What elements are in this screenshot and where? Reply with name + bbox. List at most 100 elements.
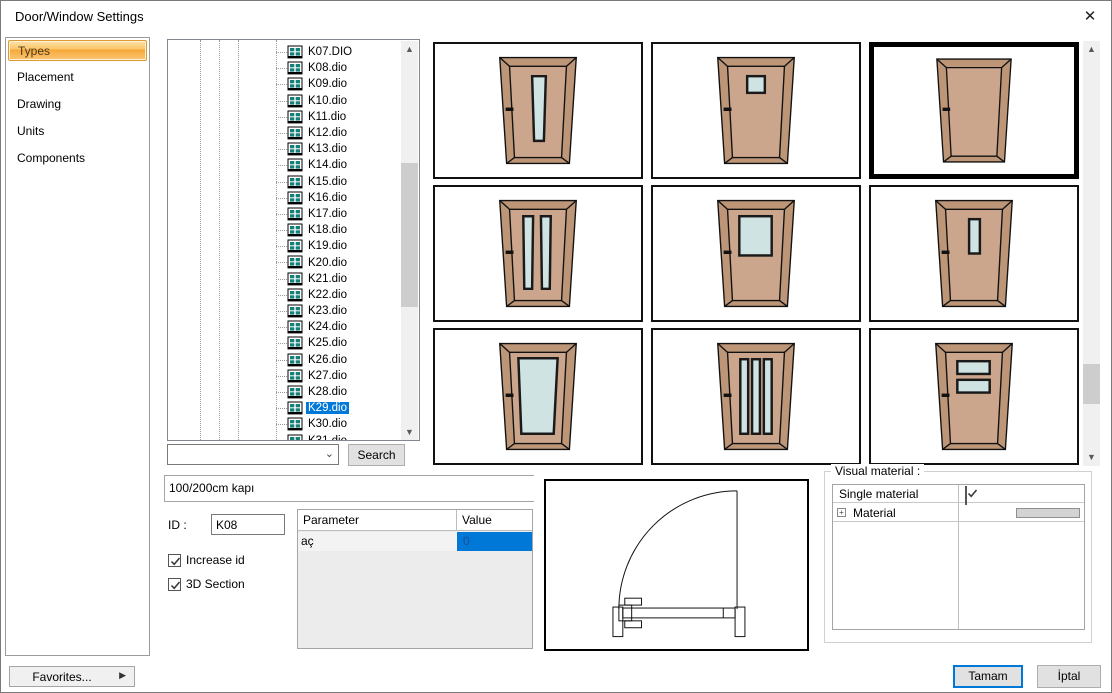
tree-item[interactable]: K17.dio xyxy=(168,206,401,222)
tree-item-label[interactable]: K29.dio xyxy=(306,402,349,414)
door-preview-full[interactable]: .g{fill:#cfe3e2;stroke:#1a1a1a;stroke-wi… xyxy=(433,328,643,465)
door-preview-upper-slot[interactable]: .g{fill:#cfe3e2;stroke:#1a1a1a;stroke-wi… xyxy=(869,185,1079,322)
tree-item-label[interactable]: K20.dio xyxy=(306,257,349,269)
single-material-row[interactable]: Single material xyxy=(833,485,1084,503)
tree-item-label[interactable]: K26.dio xyxy=(306,354,349,366)
cancel-button[interactable]: İptal xyxy=(1037,665,1101,688)
id-field[interactable] xyxy=(211,514,285,535)
tree-item-label[interactable]: K17.dio xyxy=(306,208,349,220)
tree-item[interactable]: K16.dio xyxy=(168,190,401,206)
door-preview-plain[interactable]: .g{fill:#cfe3e2;stroke:#1a1a1a;stroke-wi… xyxy=(869,42,1079,179)
grid-scrollbar[interactable]: ▲ ▼ xyxy=(1083,41,1100,466)
tree-item[interactable]: K07.DIO xyxy=(168,44,401,60)
tree-item-label[interactable]: K23.dio xyxy=(306,305,349,317)
parameter-row[interactable]: aç 0 xyxy=(298,532,532,551)
tree-item[interactable]: K22.dio xyxy=(168,287,401,303)
tree-item-label[interactable]: K11.dio xyxy=(306,111,348,123)
tree-item-label[interactable]: K13.dio xyxy=(306,143,349,155)
tree-item[interactable]: K21.dio xyxy=(168,271,401,287)
door-preview-tall-slot[interactable]: .g{fill:#cfe3e2;stroke:#1a1a1a;stroke-wi… xyxy=(433,42,643,179)
tree-item[interactable]: K15.dio xyxy=(168,174,401,190)
tree-item[interactable]: K26.dio xyxy=(168,352,401,368)
tree-item-label[interactable]: K25.dio xyxy=(306,337,349,349)
door-plan-preview xyxy=(544,479,809,651)
sidebar-item-units[interactable]: Units xyxy=(8,121,147,142)
sidebar-item-drawing[interactable]: Drawing xyxy=(8,94,147,115)
tree-scrollbar-thumb[interactable] xyxy=(401,163,418,307)
tree-item-label[interactable]: K16.dio xyxy=(306,192,349,204)
tree-item-label[interactable]: K15.dio xyxy=(306,176,349,188)
tree-item[interactable]: K24.dio xyxy=(168,319,401,335)
tree-item[interactable]: K31.dio xyxy=(168,433,401,442)
tree-item-label[interactable]: K19.dio xyxy=(306,240,349,252)
type-file-tree[interactable]: K07.DIO K08.dio K09.dio K10.dio K11.dio … xyxy=(167,39,420,441)
tree-item-label[interactable]: K10.dio xyxy=(306,95,349,107)
tree-item[interactable]: K28.dio xyxy=(168,384,401,400)
tree-scrollbar[interactable]: ▲ ▼ xyxy=(401,41,418,441)
tree-item[interactable]: K27.dio xyxy=(168,368,401,384)
checkbox-box[interactable] xyxy=(168,578,181,591)
tree-item-label[interactable]: K07.DIO xyxy=(306,46,354,58)
tree-item[interactable]: K25.dio xyxy=(168,335,401,351)
chevron-down-icon[interactable]: ⌄ xyxy=(325,447,334,460)
tree-item-label[interactable]: K14.dio xyxy=(306,159,349,171)
tree-item[interactable]: K09.dio xyxy=(168,76,401,92)
scroll-down-icon[interactable]: ▼ xyxy=(401,424,418,441)
tree-item[interactable]: K20.dio xyxy=(168,254,401,270)
sidebar-item-components[interactable]: Components xyxy=(8,148,147,169)
tree-item-label[interactable]: K22.dio xyxy=(306,289,349,301)
tree-item-label[interactable]: K08.dio xyxy=(306,62,349,74)
door-preview-upper-half[interactable]: .g{fill:#cfe3e2;stroke:#1a1a1a;stroke-wi… xyxy=(651,185,861,322)
tree-connector xyxy=(276,117,287,118)
door-window-file-icon xyxy=(287,288,303,302)
tree-item[interactable]: K10.dio xyxy=(168,93,401,109)
door-preview-small-square[interactable]: .g{fill:#cfe3e2;stroke:#1a1a1a;stroke-wi… xyxy=(651,42,861,179)
tree-item[interactable]: K12.dio xyxy=(168,125,401,141)
increase-id-checkbox[interactable]: Increase id xyxy=(168,553,245,567)
tree-item-label[interactable]: K24.dio xyxy=(306,321,349,333)
checkbox-box[interactable] xyxy=(965,486,967,505)
close-icon[interactable]: ✕ xyxy=(1079,7,1101,27)
door-preview-two-panel[interactable]: .g{fill:#cfe3e2;stroke:#1a1a1a;stroke-wi… xyxy=(433,185,643,322)
material-color-swatch[interactable] xyxy=(1016,508,1080,518)
scroll-up-icon[interactable]: ▲ xyxy=(1083,41,1100,58)
door-preview-three-strips[interactable]: .g{fill:#cfe3e2;stroke:#1a1a1a;stroke-wi… xyxy=(651,328,861,465)
material-row[interactable]: + Material xyxy=(833,504,1084,522)
sidebar-item-placement[interactable]: Placement xyxy=(8,67,147,88)
tree-item-label[interactable]: K18.dio xyxy=(306,224,349,236)
ok-button[interactable]: Tamam xyxy=(953,665,1023,688)
search-combobox[interactable]: ⌄ xyxy=(167,444,339,465)
tree-item-label[interactable]: K27.dio xyxy=(306,370,349,382)
tree-item-label[interactable]: K09.dio xyxy=(306,78,349,90)
tree-item-label[interactable]: K28.dio xyxy=(306,386,349,398)
material-label: Material xyxy=(853,506,896,520)
tree-item[interactable]: K08.dio xyxy=(168,60,401,76)
favorites-button[interactable]: Favorites... ▶ xyxy=(9,666,135,687)
tree-item[interactable]: K30.dio xyxy=(168,416,401,432)
parameter-name-cell[interactable]: aç xyxy=(298,532,457,551)
tree-item-label[interactable]: K21.dio xyxy=(306,273,349,285)
search-input[interactable] xyxy=(169,446,319,463)
tree-item[interactable]: K14.dio xyxy=(168,157,401,173)
scroll-down-icon[interactable]: ▼ xyxy=(1083,449,1100,466)
scroll-up-icon[interactable]: ▲ xyxy=(401,41,418,58)
tree-item-label[interactable]: K31.dio xyxy=(306,435,349,441)
tree-item[interactable]: K18.dio xyxy=(168,222,401,238)
tree-item[interactable]: K11.dio xyxy=(168,109,401,125)
door-preview-two-horizontal[interactable]: .g{fill:#cfe3e2;stroke:#1a1a1a;stroke-wi… xyxy=(869,328,1079,465)
tree-connector xyxy=(276,424,287,425)
expand-plus-icon[interactable]: + xyxy=(837,508,846,517)
tree-item-label[interactable]: K30.dio xyxy=(306,418,349,430)
tree-item[interactable]: K13.dio xyxy=(168,141,401,157)
tree-item[interactable]: K29.dio xyxy=(168,400,401,416)
single-material-checkbox[interactable] xyxy=(965,487,967,505)
grid-scrollbar-thumb[interactable] xyxy=(1083,364,1100,404)
checkbox-box[interactable] xyxy=(168,554,181,567)
tree-item[interactable]: K23.dio xyxy=(168,303,401,319)
sidebar-item-types[interactable]: Types xyxy=(8,40,147,61)
3d-section-checkbox[interactable]: 3D Section xyxy=(168,577,245,591)
tree-item-label[interactable]: K12.dio xyxy=(306,127,349,139)
tree-item[interactable]: K19.dio xyxy=(168,238,401,254)
search-button[interactable]: Search xyxy=(348,444,405,466)
parameter-value-cell[interactable]: 0 xyxy=(457,532,532,551)
